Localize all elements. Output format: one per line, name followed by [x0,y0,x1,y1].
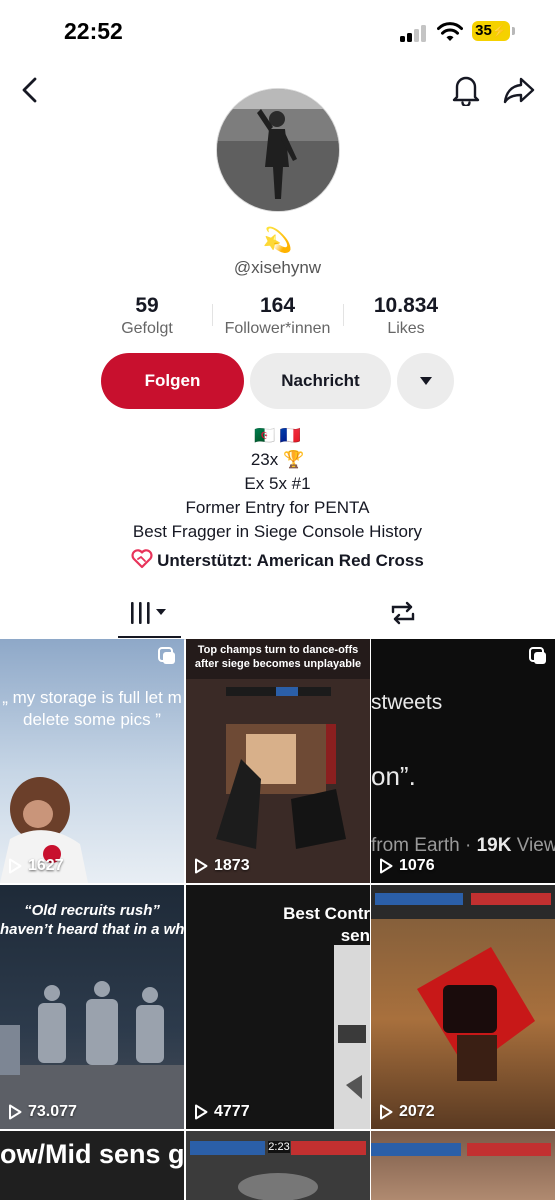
video-thumbnail[interactable]: Best Contr sen 4777 [186,885,370,1129]
play-icon [9,1104,22,1120]
stat-likes-label: Likes [387,320,425,337]
play-icon [195,1104,208,1120]
back-chevron-icon[interactable] [18,76,42,104]
video-caption: Top champs turn to dance-offs after sieg… [194,644,362,670]
view-count: 1076 [379,857,435,875]
view-count-value: 73.077 [28,1103,77,1120]
supported-charity-label: Unterstützt: American Red Cross [157,551,424,570]
bio-line: Best Fragger in Siege Console History [132,522,423,541]
caret-down-icon [419,377,432,385]
share-icon[interactable] [502,74,536,106]
view-count: 1627 [8,857,64,875]
stats-divider [343,304,344,326]
video-caption: stweets [371,691,443,714]
thumbnail-art [0,777,88,883]
profile-stats: 59 Gefolgt 164 Follower*innen 10.834 Lik… [0,294,555,344]
stat-likes[interactable]: 10.834 Likes [356,294,456,338]
video-thumbnail[interactable]: Top champs turn to dance-offs after sieg… [186,639,370,883]
view-count: 2072 [379,1103,435,1121]
view-count-value: 1873 [214,857,250,874]
bio-flags: 🇩🇿 🇫🇷 [253,426,302,445]
video-thumbnail[interactable] [371,1131,555,1200]
view-count-value: 1076 [399,857,435,874]
video-thumbnail[interactable]: 2072 [371,885,555,1129]
cellular-signal-icon [400,24,430,42]
heart-handshake-icon [131,549,153,569]
play-icon [380,1104,393,1120]
stat-likes-value: 10.834 [373,294,439,317]
view-count: 1873 [194,857,250,875]
video-caption: from Earth · 19K View [371,835,555,857]
stat-followers[interactable]: 164 Follower*innen [212,294,343,338]
tab-reposts[interactable] [388,599,422,629]
multi-photo-icon [529,647,546,664]
bio-line: 23x 🏆 [250,450,305,469]
view-count-value: 4777 [214,1103,250,1120]
more-options-button[interactable] [397,353,454,409]
multi-photo-icon [158,647,175,664]
bio-line: Ex 5x #1 [244,474,311,493]
thumbnail-art [371,885,555,1081]
message-button[interactable]: Nachricht [250,353,391,409]
stat-followers-label: Follower*innen [224,320,331,337]
battery-level: 35 [475,22,492,39]
grid-icon [131,602,166,624]
username: @xisehynw [233,258,322,277]
video-caption: Best Contr sen [283,904,370,945]
repost-icon [391,601,415,625]
video-caption: “Old recruits rush” haven’t heard that i… [0,902,184,938]
video-thumbnail[interactable]: 2:23 [186,1131,370,1200]
play-icon [195,858,208,874]
video-caption: „ my storage is full let m delete some p… [2,688,182,729]
profile-emoji: 💫 [262,227,293,254]
tab-videos[interactable] [118,600,181,630]
stat-following-label: Gefolgt [121,320,173,337]
status-bar: 22:52 35⚡ [0,0,555,62]
thumbnail-art [371,1143,551,1156]
video-thumbnail[interactable]: stweets on”. from Earth · 19K View 1076 [371,639,555,883]
play-icon [9,858,22,874]
avatar[interactable] [216,88,340,212]
active-tab-indicator [118,636,181,638]
video-grid: „ my storage is full let m delete some p… [0,639,555,1200]
video-caption: on”. [371,761,416,791]
stat-following[interactable]: 59 Gefolgt [98,294,196,338]
video-caption: ow/Mid sens g [0,1139,184,1169]
content-tabs [0,592,555,640]
bell-icon[interactable] [451,74,481,106]
battery-cap [512,27,515,35]
caption-part: 19K [476,835,512,856]
hud-timer: 2:23 [268,1141,290,1153]
video-thumbnail[interactable]: “Old recruits rush” haven’t heard that i… [0,885,184,1129]
follow-button[interactable]: Folgen [101,353,244,409]
view-count: 4777 [194,1103,250,1121]
stat-followers-value: 164 [259,294,296,317]
video-thumbnail[interactable]: ow/Mid sens g [0,1131,184,1200]
bio: 🇩🇿 🇫🇷 23x 🏆 Ex 5x #1 Former Entry for PE… [0,424,555,544]
view-count-value: 2072 [399,1103,435,1120]
bio-line: Former Entry for PENTA [185,498,370,517]
avatar-photo [217,89,339,211]
status-time: 22:52 [64,18,123,44]
caption-part: View [511,835,555,856]
video-thumbnail[interactable]: „ my storage is full let m delete some p… [0,639,184,883]
supported-charity[interactable]: Unterstützt: American Red Cross [0,549,555,571]
wifi-icon [437,22,463,41]
battery-icon: 35⚡ [472,21,510,41]
stat-following-value: 59 [135,294,159,317]
thumbnail-art [186,679,370,883]
view-count-value: 1627 [28,857,64,874]
view-count: 73.077 [8,1103,77,1121]
play-icon [380,858,393,874]
caption-part: from Earth · [371,835,477,856]
